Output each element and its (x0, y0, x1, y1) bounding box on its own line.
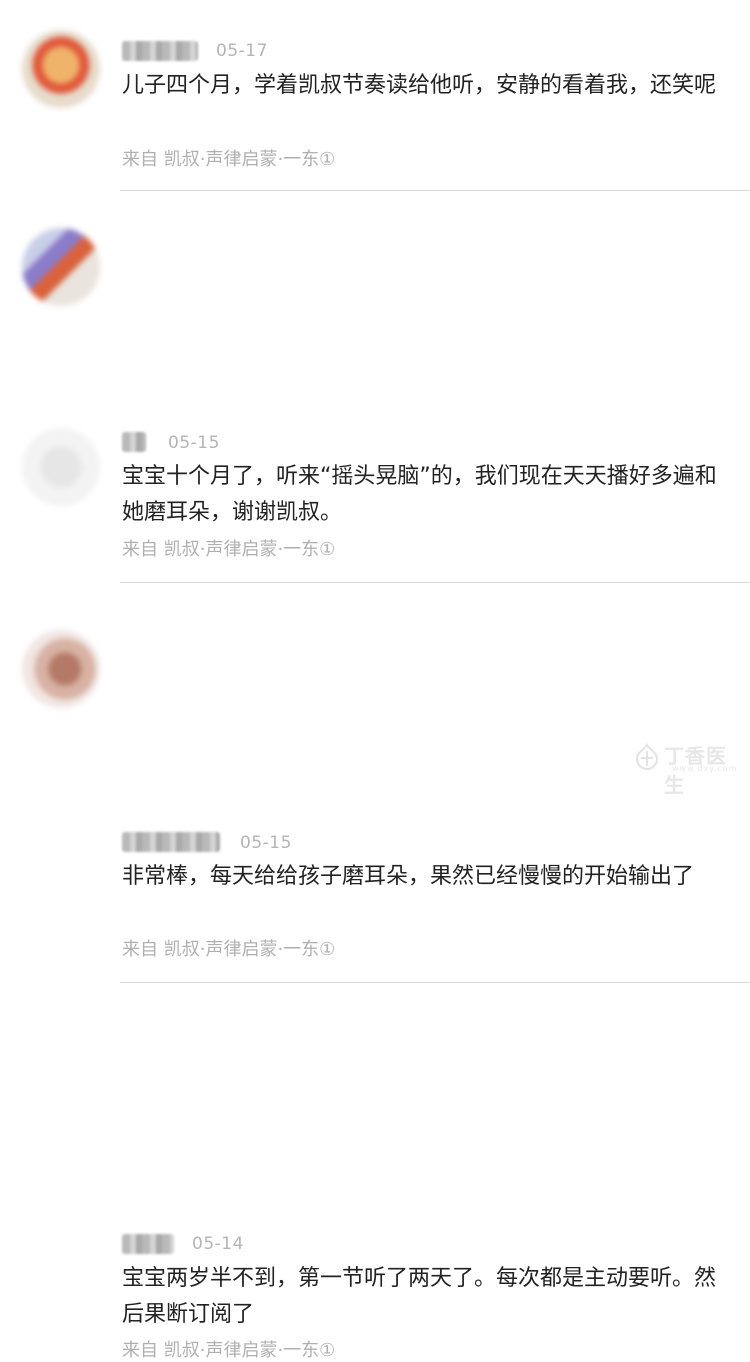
comment-date: 05-17 (216, 41, 268, 61)
avatar[interactable] (22, 428, 100, 506)
comment-source[interactable]: 来自 凯叔·声律启蒙·一东① (122, 145, 335, 171)
comment-text: 儿子四个月，学着凯叔节奏读给他听，安静的看着我，还笑呢 (122, 73, 717, 98)
comment-date: 05-15 (240, 833, 292, 853)
comment-item: 05-17 儿子四个月，学着凯叔节奏读给他听，安静的看着我，还笑呢 来自 凯叔·… (0, 0, 750, 191)
dxy-watermark: 丁香医生 www.dxy.com (630, 740, 746, 797)
comment-source[interactable]: 来自 凯叔·声律启蒙·一东① (122, 935, 335, 961)
comment-source[interactable]: 来自 凯叔·声律启蒙·一东① (122, 1336, 335, 1362)
comment-item: 05-15 非常棒，每天给给孩子磨耳朵，果然已经慢慢的开始输出了 来自 凯叔·声… (0, 392, 750, 983)
watermark-url: www.dxy.com (672, 764, 738, 773)
comment-text: 宝宝两岁半不到，第一节听了两天了。每次都是主动要听。然后果断订阅了 (122, 1266, 717, 1327)
comment-text: 非常棒，每天给给孩子磨耳朵，果然已经慢慢的开始输出了 (122, 864, 695, 889)
avatar[interactable] (22, 228, 100, 306)
dxy-logo-icon (635, 743, 659, 771)
comment-item: 05-15 宝宝十个月了，听来“摇头晃脑”的，我们现在天天播好多遍和她磨耳朵，谢… (0, 192, 750, 583)
divider (120, 982, 750, 983)
username-blurred[interactable] (122, 1234, 174, 1254)
divider (120, 190, 750, 191)
comment-date: 05-14 (192, 1234, 244, 1254)
username-blurred[interactable] (122, 41, 198, 61)
avatar[interactable] (22, 30, 100, 108)
avatar[interactable] (22, 630, 100, 708)
username-blurred[interactable] (122, 832, 220, 852)
